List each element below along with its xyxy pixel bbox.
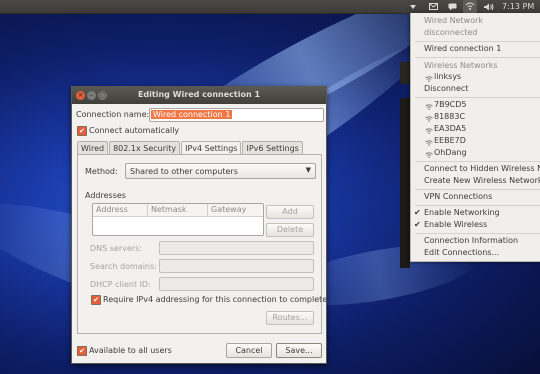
check-icon: ✔ xyxy=(414,220,421,229)
dialog-title: Editing Wired connection 1 xyxy=(137,90,261,99)
menu-separator xyxy=(415,233,540,234)
volume-icon[interactable] xyxy=(483,0,495,13)
tab-8021x-security[interactable]: 802.1x Security xyxy=(109,141,181,155)
mail-icon[interactable] xyxy=(427,0,439,13)
wired-status: disconnected xyxy=(424,28,478,37)
network-icon[interactable] xyxy=(463,0,477,13)
dns-servers-input[interactable] xyxy=(159,241,314,255)
network-item-linksys[interactable]: linksys xyxy=(434,72,461,81)
addresses-label: Addresses xyxy=(85,191,126,200)
tab-bar: Wired 802.1x Security IPv4 Settings IPv6… xyxy=(77,141,304,156)
wired-network-header: Wired Network xyxy=(424,16,484,25)
wifi-signal-icon xyxy=(425,151,433,158)
sort-icon[interactable] xyxy=(407,0,419,13)
menu-separator xyxy=(415,97,540,98)
connection-name-input[interactable]: Wired connection 1 xyxy=(149,108,324,122)
wifi-signal-icon xyxy=(425,115,433,122)
wired-connection-item[interactable]: Wired connection 1 xyxy=(424,44,501,53)
edit-connections-item[interactable]: Edit Connections... xyxy=(424,248,499,257)
network-item[interactable]: EEBE7D xyxy=(434,136,466,145)
column-header-gateway[interactable]: Gateway xyxy=(211,205,246,214)
method-value: Shared to other computers xyxy=(130,167,238,176)
top-panel: 7:13 PM xyxy=(0,0,540,14)
save-button[interactable]: Save... xyxy=(276,343,322,358)
connection-name-label: Connection name: xyxy=(76,110,150,119)
method-dropdown[interactable]: Shared to other computers ▼ xyxy=(125,163,316,179)
network-item[interactable]: 7B9CD5 xyxy=(434,100,467,109)
connection-name-value: Wired connection 1 xyxy=(151,110,233,119)
require-ipv4-label: Require IPv4 addressing for this connect… xyxy=(103,295,328,304)
connect-hidden-item[interactable]: Connect to Hidden Wireless Ne xyxy=(424,164,540,173)
ipv4-settings-panel: Method: Shared to other computers ▼ Addr… xyxy=(77,154,327,334)
menu-separator xyxy=(415,205,540,206)
addresses-table[interactable]: Address Netmask Gateway xyxy=(92,203,264,236)
clock[interactable]: 7:13 PM xyxy=(502,0,534,13)
delete-address-button[interactable]: Delete xyxy=(266,223,314,237)
column-header-netmask[interactable]: Netmask xyxy=(151,205,187,214)
method-label: Method: xyxy=(85,167,118,176)
addresses-table-header: Address Netmask Gateway xyxy=(93,204,263,217)
connect-automatically-checkbox[interactable]: ✔ xyxy=(77,126,87,136)
dialog-titlebar[interactable]: × – □ Editing Wired connection 1 xyxy=(72,87,326,104)
menu-separator xyxy=(415,161,540,162)
network-item[interactable]: OhDang xyxy=(434,148,467,157)
available-to-all-users-checkbox[interactable]: ✔ xyxy=(77,346,87,356)
wifi-signal-icon xyxy=(425,127,433,134)
wifi-signal-icon xyxy=(425,103,433,110)
enable-networking-item[interactable]: Enable Networking xyxy=(424,208,500,217)
edit-connection-dialog: × – □ Editing Wired connection 1 Connect… xyxy=(71,86,327,364)
dhcp-client-id-input[interactable] xyxy=(159,277,314,291)
create-new-network-item[interactable]: Create New Wireless Network... xyxy=(424,176,540,185)
chat-icon[interactable] xyxy=(446,0,458,13)
available-to-all-users-label: Available to all users xyxy=(89,346,172,355)
connect-automatically-label: Connect automatically xyxy=(89,126,180,135)
column-divider xyxy=(147,204,148,216)
dns-servers-label: DNS servers: xyxy=(90,244,142,253)
dropdown-arrow-icon: ▼ xyxy=(305,166,311,174)
cancel-button[interactable]: Cancel xyxy=(226,343,272,358)
menu-separator xyxy=(415,41,540,42)
routes-button[interactable]: Routes... xyxy=(266,311,314,325)
tab-ipv6-settings[interactable]: IPv6 Settings xyxy=(242,141,303,155)
add-address-button[interactable]: Add xyxy=(266,205,314,219)
menu-separator xyxy=(415,57,540,58)
network-menu: Wired Network disconnected Wired connect… xyxy=(410,13,540,262)
column-header-address[interactable]: Address xyxy=(96,205,128,214)
search-domains-label: Search domains: xyxy=(90,262,157,271)
search-domains-input[interactable] xyxy=(159,259,314,273)
background-window-edge xyxy=(400,62,410,84)
connection-information-item[interactable]: Connection Information xyxy=(424,236,518,245)
wifi-signal-icon xyxy=(425,139,433,146)
network-item[interactable]: 81883C xyxy=(434,112,465,121)
tab-wired[interactable]: Wired xyxy=(77,141,109,155)
background-window-edge xyxy=(400,98,410,268)
column-divider xyxy=(207,204,208,216)
dhcp-client-id-label: DHCP client ID: xyxy=(90,280,151,289)
disconnect-item[interactable]: Disconnect xyxy=(424,84,468,93)
enable-wireless-item[interactable]: Enable Wireless xyxy=(424,220,487,229)
network-item[interactable]: EA3DA5 xyxy=(434,124,466,133)
wireless-networks-header: Wireless Networks xyxy=(424,61,498,70)
wifi-signal-icon xyxy=(425,75,433,82)
menu-separator xyxy=(415,189,540,190)
require-ipv4-checkbox[interactable]: ✔ xyxy=(91,295,101,305)
check-icon: ✔ xyxy=(414,208,421,217)
vpn-connections-item[interactable]: VPN Connections xyxy=(424,192,492,201)
